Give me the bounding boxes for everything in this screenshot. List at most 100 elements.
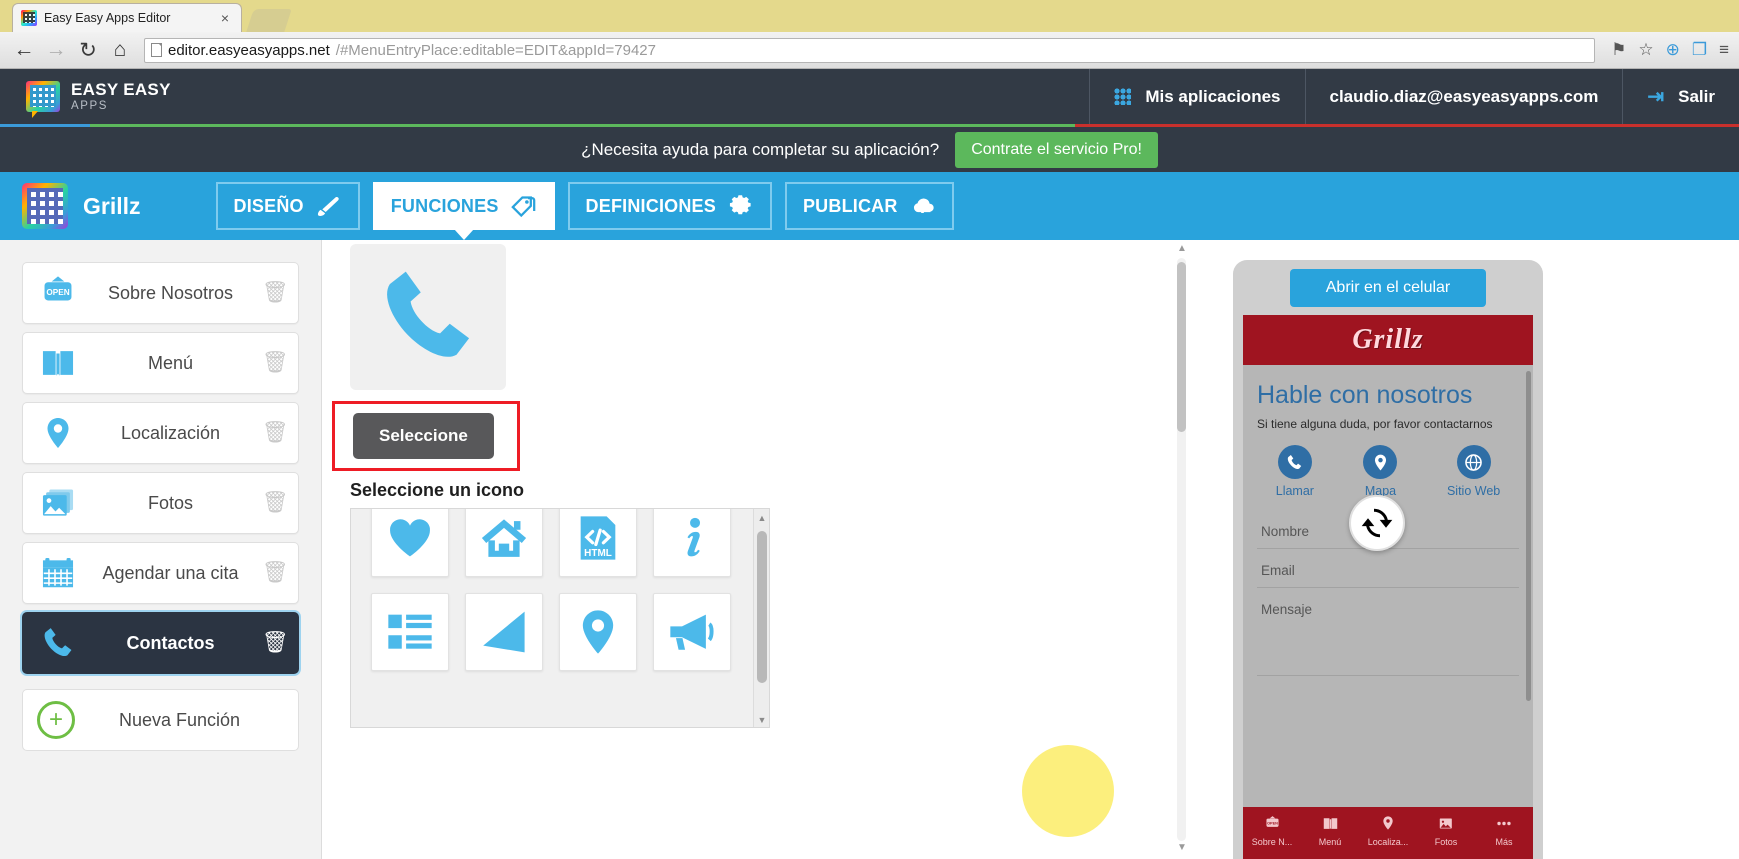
account-email[interactable]: claudio.diaz@easyeasyapps.com <box>1304 69 1623 124</box>
phone-preview-scrollbar[interactable] <box>1526 371 1531 701</box>
photos-icon <box>1418 811 1474 835</box>
sidebar-item-sobre-nosotros[interactable]: OPEN Sobre Nosotros 🗑 <box>22 262 299 324</box>
my-applications-label: Mis aplicaciones <box>1145 86 1281 106</box>
delete-icon[interactable]: 🗑 <box>262 561 289 585</box>
current-app[interactable]: Grillz <box>0 183 141 229</box>
brand-logo[interactable]: EASY EASY APPS <box>0 81 171 118</box>
refresh-preview-button[interactable] <box>1349 495 1405 551</box>
back-icon[interactable]: ← <box>10 36 38 64</box>
new-tab-button[interactable] <box>246 9 292 32</box>
tab-diseno[interactable]: DISEÑO <box>215 182 360 230</box>
browser-tab-strip: Easy Easy Apps Editor × <box>0 0 1739 32</box>
select-button[interactable]: Seleccione <box>353 413 494 459</box>
delete-icon[interactable]: 🗑 <box>262 351 289 375</box>
icon-option-heart[interactable] <box>363 509 457 585</box>
phone-heading: Hable con nosotros <box>1257 381 1473 409</box>
icon-option-megaphone[interactable] <box>645 585 739 679</box>
workspace: OPEN Sobre Nosotros 🗑 Menú 🗑 Localizació… <box>0 240 1739 859</box>
delete-icon[interactable]: 🗑 <box>262 421 289 445</box>
new-function-button[interactable]: + Nueva Función <box>22 689 299 751</box>
browser-tab[interactable]: Easy Easy Apps Editor × <box>12 3 242 32</box>
icon-option-html-code[interactable]: HTML <box>551 509 645 585</box>
phone-nav-label: Menú <box>1318 837 1342 847</box>
scroll-down-icon[interactable]: ▼ <box>754 713 769 727</box>
address-bar[interactable]: editor.easyeasyapps.net /#MenuEntryPlace:… <box>144 37 1596 63</box>
favicon-icon <box>21 10 37 26</box>
tab-definiciones[interactable]: DEFINICIONES <box>567 182 772 230</box>
phone-nav-sobre-nosotros[interactable]: OPEN Sobre N... <box>1244 811 1300 847</box>
scrollbar-thumb[interactable] <box>757 531 767 683</box>
sidebar-item-label: Menú <box>147 352 194 373</box>
app-toolbar: Grillz DISEÑO FUNCIONES DEFINICIONES PUB… <box>0 172 1739 240</box>
icon-option-info[interactable] <box>645 509 739 585</box>
phone-message-field[interactable]: Mensaje <box>1257 588 1519 676</box>
cast-icon[interactable]: ❐ <box>1692 40 1707 60</box>
sidebar-item-localizacion[interactable]: Localización 🗑 <box>22 402 299 464</box>
photos-icon <box>37 482 79 524</box>
cursor-highlight <box>1022 745 1114 837</box>
scrollbar-thumb[interactable] <box>1177 262 1186 432</box>
scroll-up-icon[interactable]: ▲ <box>1174 243 1190 257</box>
phone-action-llamar[interactable]: Llamar <box>1276 445 1314 498</box>
sidebar-item-label: Agendar una cita <box>102 562 239 583</box>
select-button-highlight: Seleccione <box>332 401 520 471</box>
scroll-down-icon[interactable]: ▼ <box>1174 842 1190 856</box>
refresh-icon <box>1361 508 1393 538</box>
close-icon[interactable]: × <box>217 10 233 26</box>
phone-app-logo: Grillz <box>1352 324 1424 355</box>
phone-icon <box>387 271 470 357</box>
bookmark-star-icon[interactable]: ☆ <box>1638 40 1653 60</box>
browser-menu-icon[interactable]: ≡ <box>1719 40 1729 60</box>
icon-option-list[interactable] <box>363 585 457 679</box>
icon-option-home[interactable] <box>457 509 551 585</box>
scroll-up-icon[interactable]: ▲ <box>754 511 769 525</box>
sidebar-item-menu[interactable]: Menú 🗑 <box>22 332 299 394</box>
sidebar-item-fotos[interactable]: Fotos 🗑 <box>22 472 299 534</box>
icon-option-send[interactable] <box>457 585 551 679</box>
brand-subtitle: APPS <box>71 99 109 112</box>
my-applications-link[interactable]: Mis aplicaciones <box>1089 69 1304 124</box>
delete-icon[interactable]: 🗑 <box>262 281 289 305</box>
pin-icon[interactable]: ⚑ <box>1611 40 1626 60</box>
phone-email-field[interactable]: Email <box>1257 549 1519 588</box>
phone-bottom-nav: OPEN Sobre N... Menú Localiza... Fotos M… <box>1243 807 1533 859</box>
icon-grid-scrollbar[interactable]: ▲ ▼ <box>753 509 769 727</box>
send-icon <box>483 611 525 653</box>
phone-frame: Abrir en el celular Grillz Hable con nos… <box>1233 260 1543 859</box>
promo-banner: ¿Necesita ayuda para completar su aplica… <box>0 127 1739 172</box>
app-name: Grillz <box>83 192 141 219</box>
tab-funciones[interactable]: FUNCIONES <box>372 182 555 240</box>
functions-sidebar: OPEN Sobre Nosotros 🗑 Menú 🗑 Localizació… <box>0 240 322 859</box>
phone-action-label: Sitio Web <box>1446 484 1501 498</box>
icon-picker: HTML ▲ ▼ <box>350 508 770 728</box>
phone-nav-menu[interactable]: Menú <box>1302 811 1358 847</box>
phone-icon <box>37 622 79 664</box>
logout-button[interactable]: ⇥ Salir <box>1622 69 1739 124</box>
editor-scrollbar[interactable]: ▲ ▼ <box>1171 240 1191 859</box>
heart-icon <box>390 519 430 557</box>
delete-icon[interactable]: 🗑 <box>262 491 289 515</box>
tab-publicar[interactable]: PUBLICAR <box>784 182 954 230</box>
delete-icon[interactable]: 🗑 <box>262 631 289 655</box>
open-on-mobile-button[interactable]: Abrir en el celular <box>1290 269 1486 307</box>
phone-nav-mas[interactable]: Más <box>1476 811 1532 847</box>
extension-icon[interactable]: ⊕ <box>1666 40 1680 60</box>
app-window: Easy Easy Apps Editor × ← → ↻ ⌂ editor.e… <box>0 0 1739 859</box>
phone-action-sitio-web[interactable]: Sitio Web <box>1447 445 1500 498</box>
hire-pro-button[interactable]: Contrate el servicio Pro! <box>955 131 1158 168</box>
forward-icon[interactable]: → <box>42 36 70 64</box>
reload-icon[interactable]: ↻ <box>74 36 102 64</box>
phone-screen: Grillz Hable con nosotros Si tiene algun… <box>1243 315 1533 859</box>
sidebar-item-contactos[interactable]: Contactos 🗑 <box>22 612 299 674</box>
phone-action-mapa[interactable]: Mapa <box>1363 445 1398 498</box>
url-host: editor.easyeasyapps.net <box>168 41 330 59</box>
phone-nav-fotos[interactable]: Fotos <box>1418 811 1474 847</box>
sidebar-item-agendar-una-cita[interactable]: Agendar una cita 🗑 <box>22 542 299 604</box>
home-icon[interactable]: ⌂ <box>106 36 134 64</box>
current-icon-preview[interactable] <box>350 244 506 390</box>
gear-icon <box>729 194 751 214</box>
page-info-icon[interactable] <box>151 43 162 57</box>
icon-option-map-pin[interactable] <box>551 585 645 679</box>
phone-nav-localizacion[interactable]: Localiza... <box>1360 811 1416 847</box>
easyeasy-logo-icon <box>26 81 60 118</box>
